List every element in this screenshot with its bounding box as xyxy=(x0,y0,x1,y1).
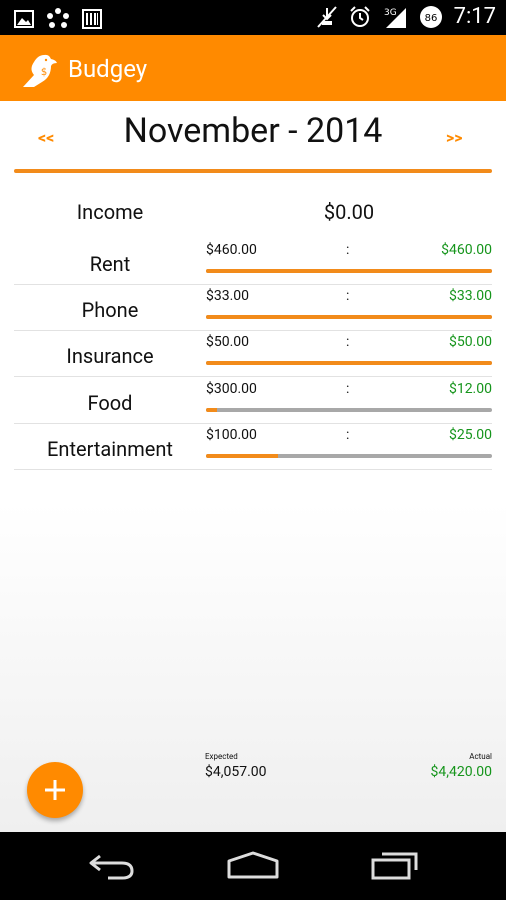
notification-icons xyxy=(14,8,102,30)
barcode-icon xyxy=(82,9,102,29)
category-name: Rent xyxy=(89,252,131,276)
progress-bar xyxy=(206,315,492,319)
add-category-button[interactable] xyxy=(27,762,83,818)
amount-separator: : xyxy=(346,427,350,443)
signal-icon: 3G xyxy=(384,8,406,28)
progress-fill xyxy=(206,361,492,365)
expected-amount: $100.00 xyxy=(206,427,257,443)
image-icon xyxy=(14,10,34,28)
actual-amount: $33.00 xyxy=(448,288,492,304)
month-title: November - 2014 xyxy=(123,111,383,151)
actual-amount: $50.00 xyxy=(448,334,492,350)
battery-icon: 86 xyxy=(419,6,442,28)
amount-separator: : xyxy=(346,381,350,397)
category-name: Insurance xyxy=(66,344,154,368)
progress-bar xyxy=(206,408,492,412)
income-value[interactable]: $0.00 xyxy=(206,200,492,224)
actual-amount: $12.00 xyxy=(448,381,492,397)
progress-fill xyxy=(206,408,218,412)
progress-fill xyxy=(206,269,492,273)
category-name: Phone xyxy=(81,298,139,322)
amount-separator: : xyxy=(346,334,350,350)
system-icons: 3G 86 7:17 xyxy=(316,4,496,30)
amount-separator: : xyxy=(346,242,350,258)
category-row[interactable]: Entertainment $100.00 : $25.00 xyxy=(14,423,492,470)
budget-content: << November - 2014 >> Income $0.00 Rent … xyxy=(0,101,506,832)
plus-icon xyxy=(45,780,65,800)
status-bar: 3G 86 7:17 xyxy=(0,0,506,35)
category-name: Food xyxy=(87,391,133,415)
category-row[interactable]: Insurance $50.00 : $50.00 xyxy=(14,330,492,377)
muted-icon xyxy=(316,6,337,28)
expected-total-label: Expected xyxy=(205,752,238,761)
category-row[interactable]: Rent $460.00 : $460.00 xyxy=(14,238,492,285)
category-row[interactable]: Food $300.00 : $12.00 xyxy=(14,377,492,424)
income-label: Income xyxy=(76,200,144,224)
expected-amount: $33.00 xyxy=(206,288,250,304)
app-title: Budgey xyxy=(68,55,148,83)
bird-logo-icon: $ xyxy=(23,54,57,87)
expected-amount: $460.00 xyxy=(206,242,257,258)
actual-total-value: $4,420.00 xyxy=(430,764,492,780)
month-divider xyxy=(14,169,492,173)
svg-text:$: $ xyxy=(41,67,47,78)
expected-amount: $300.00 xyxy=(206,381,257,397)
home-icon[interactable] xyxy=(226,850,280,880)
clock: 7:17 xyxy=(453,4,496,29)
dots-icon xyxy=(47,8,69,28)
svg-text:86: 86 xyxy=(424,13,437,24)
next-month-button[interactable]: >> xyxy=(446,128,463,147)
alarm-icon xyxy=(349,6,370,27)
progress-bar xyxy=(206,454,492,458)
recents-icon[interactable] xyxy=(370,850,420,880)
progress-bar xyxy=(206,269,492,273)
progress-bar xyxy=(206,361,492,365)
navigation-bar xyxy=(0,832,506,900)
actual-amount: $460.00 xyxy=(441,242,492,258)
back-icon[interactable] xyxy=(88,850,136,880)
actual-amount: $25.00 xyxy=(448,427,492,443)
expected-amount: $50.00 xyxy=(206,334,250,350)
svg-text:3G: 3G xyxy=(384,8,397,18)
amount-separator: : xyxy=(346,288,350,304)
app-bar: $ Budgey xyxy=(0,35,506,101)
category-row[interactable]: Phone $33.00 : $33.00 xyxy=(14,284,492,331)
expected-total-value: $4,057.00 xyxy=(205,764,267,780)
category-name: Entertainment xyxy=(47,437,173,461)
progress-fill xyxy=(206,315,492,319)
progress-fill xyxy=(206,454,278,458)
actual-total-label: Actual xyxy=(469,752,492,761)
